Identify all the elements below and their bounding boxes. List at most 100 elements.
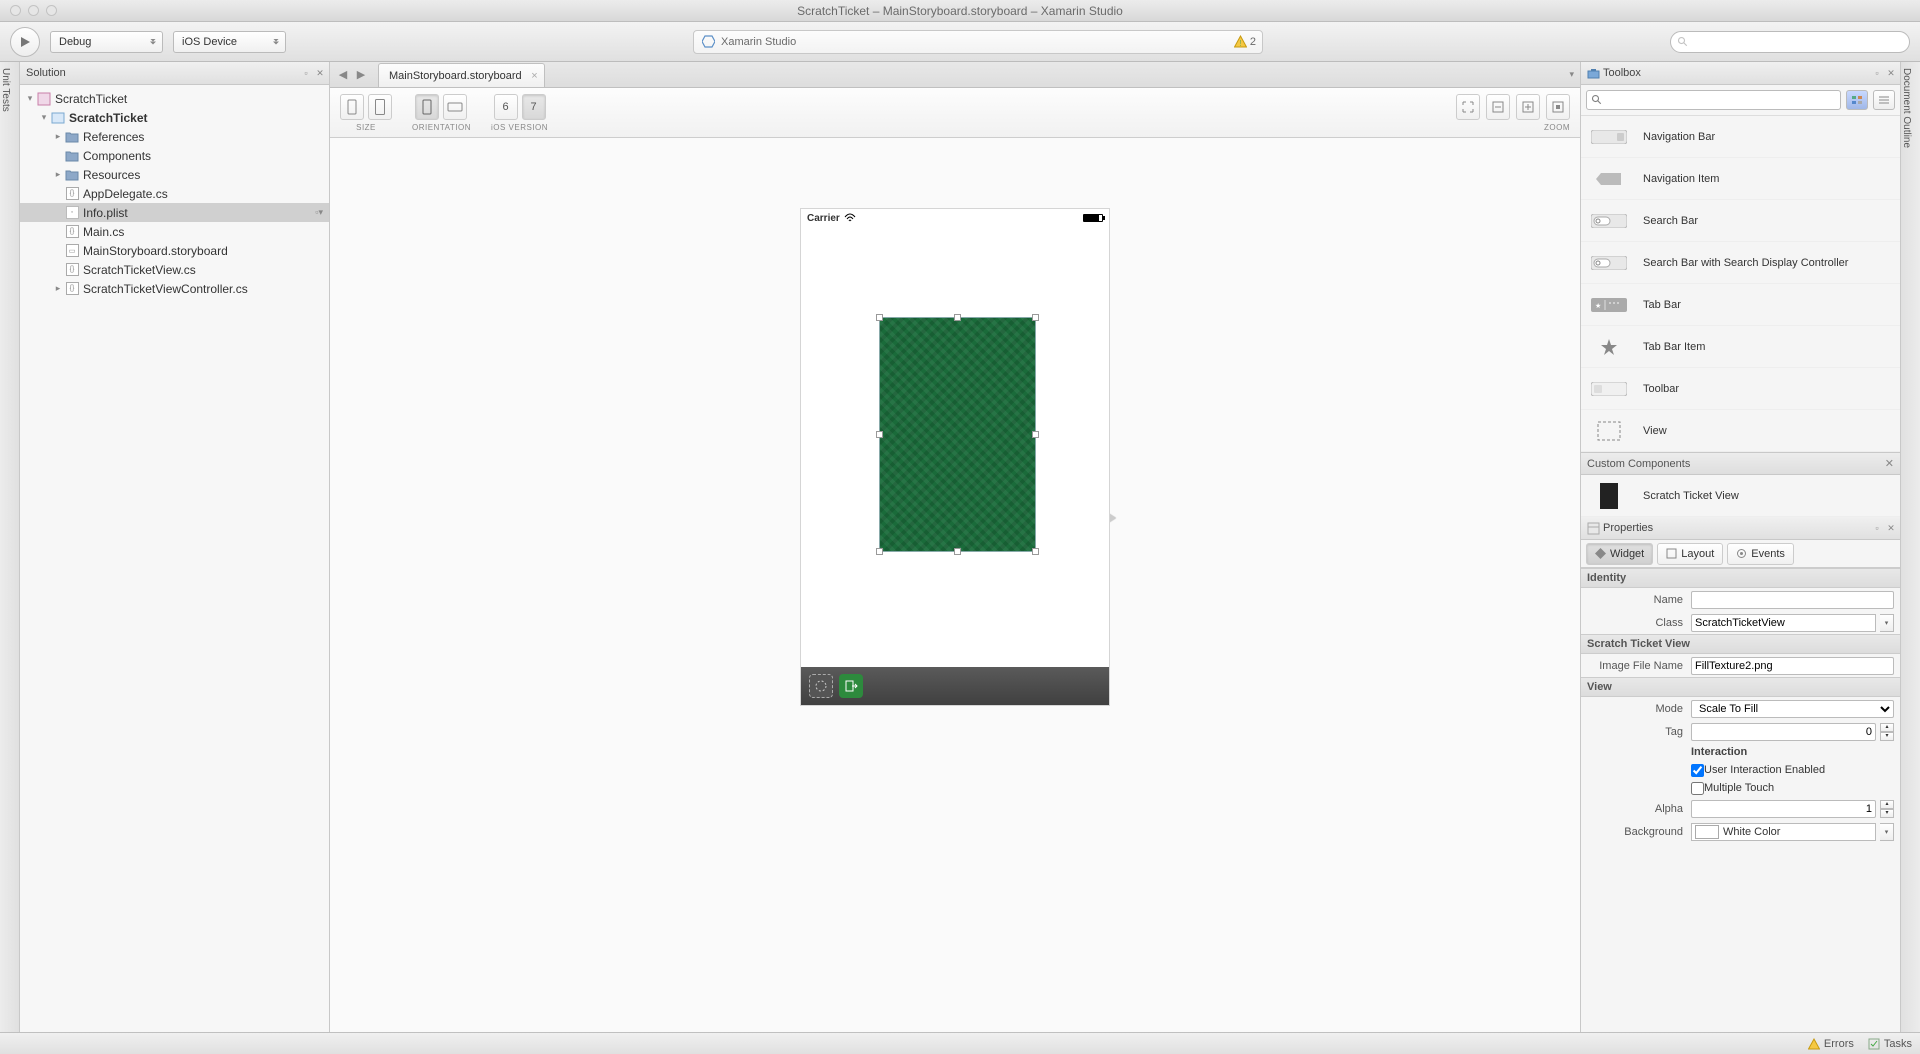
toolbox-view-compact[interactable] (1846, 90, 1868, 110)
document-outline-rail[interactable]: Document Outline (1900, 62, 1920, 1032)
exit-icon[interactable] (839, 674, 863, 698)
footer-bar: Errors Tasks (0, 1032, 1920, 1054)
ios6-button[interactable]: 6 (494, 94, 518, 120)
global-search[interactable] (1670, 31, 1910, 53)
toolbox-search-input[interactable] (1586, 90, 1841, 110)
disclosure-icon[interactable]: ▸ (52, 169, 64, 180)
toolbox-view-list[interactable] (1873, 90, 1895, 110)
background-color-swatch[interactable] (1695, 825, 1719, 839)
custom-components-header[interactable]: Custom Components ✕ (1581, 452, 1900, 475)
class-dropdown-button[interactable]: ▾ (1880, 614, 1894, 632)
solution-root[interactable]: ▾ ScratchTicket (20, 89, 329, 108)
name-input[interactable] (1691, 591, 1894, 609)
unit-tests-rail[interactable]: Unit Tests (0, 62, 20, 1032)
file-storyboard[interactable]: ▭ MainStoryboard.storyboard (20, 241, 329, 260)
resize-handle[interactable] (954, 548, 961, 555)
resize-handle[interactable] (1032, 431, 1039, 438)
svg-text:!: ! (1239, 39, 1241, 48)
toolbox-item-tabbar[interactable]: ★ Tab Bar (1581, 284, 1900, 326)
add-custom-component-icon[interactable]: ✕ (1885, 457, 1894, 470)
resize-handle[interactable] (1032, 314, 1039, 321)
background-dropdown-button[interactable]: ▾ (1880, 823, 1894, 841)
run-button[interactable] (10, 27, 40, 57)
disclosure-icon[interactable]: ▸ (52, 283, 64, 294)
toolbox-item-view[interactable]: View (1581, 410, 1900, 452)
toolbox-item-searchdisp[interactable]: Search Bar with Search Display Controlle… (1581, 242, 1900, 284)
configuration-dropdown[interactable]: Debug (50, 31, 163, 53)
panel-close-icon[interactable]: ✕ (1886, 523, 1896, 533)
zoom-actual-button[interactable] (1546, 94, 1570, 120)
toolbox-item-navitem[interactable]: Navigation Item (1581, 158, 1900, 200)
zoom-fit-button[interactable] (1456, 94, 1480, 120)
panel-close-icon[interactable]: ✕ (315, 68, 325, 78)
close-window-icon[interactable] (10, 5, 21, 16)
toolbox-item-scratchticket[interactable]: Scratch Ticket View (1581, 475, 1900, 517)
errors-pad-button[interactable]: Errors (1808, 1038, 1854, 1050)
tag-input[interactable] (1691, 723, 1876, 741)
disclosure-icon[interactable]: ▾ (24, 93, 36, 104)
file-controller[interactable]: ▸ {} ScratchTicketViewController.cs (20, 279, 329, 298)
orientation-landscape-button[interactable] (443, 94, 467, 120)
panel-dock-icon[interactable]: ▫ (301, 68, 311, 78)
warnings-indicator[interactable]: ! 2 (1234, 35, 1256, 48)
toolbox-item-tabitem[interactable]: Tab Bar Item (1581, 326, 1900, 368)
toolbox-item-navbar[interactable]: Navigation Bar (1581, 116, 1900, 158)
panel-dock-icon[interactable]: ▫ (1872, 523, 1882, 533)
item-options-icon[interactable]: ▫▾ (315, 207, 323, 218)
view-controller-scene[interactable]: Carrier (800, 208, 1110, 706)
nav-forward-button[interactable]: ▶ (352, 67, 370, 83)
multitouch-checkbox[interactable] (1691, 782, 1704, 795)
panel-close-icon[interactable]: ✕ (1886, 68, 1896, 78)
scratch-ticket-view[interactable] (879, 317, 1036, 552)
first-responder-icon[interactable] (809, 674, 833, 698)
size-small-button[interactable] (340, 94, 364, 120)
tab-storyboard[interactable]: MainStoryboard.storyboard × (378, 63, 545, 87)
zoom-window-icon[interactable] (46, 5, 57, 16)
resize-handle[interactable] (876, 314, 883, 321)
global-search-input[interactable] (1689, 36, 1903, 48)
size-large-button[interactable] (368, 94, 392, 120)
tasks-pad-button[interactable]: Tasks (1868, 1038, 1912, 1050)
toolbox-item-searchbar[interactable]: Search Bar (1581, 200, 1900, 242)
project-node[interactable]: ▾ ScratchTicket (20, 108, 329, 127)
nav-back-button[interactable]: ◀ (334, 67, 352, 83)
orientation-portrait-button[interactable] (415, 94, 439, 120)
image-label: Image File Name (1587, 660, 1687, 672)
minimize-window-icon[interactable] (28, 5, 39, 16)
image-file-input[interactable] (1691, 657, 1894, 675)
zoom-in-button[interactable] (1516, 94, 1540, 120)
class-input[interactable] (1691, 614, 1876, 632)
tab-close-icon[interactable]: × (531, 70, 537, 82)
alpha-input[interactable] (1691, 800, 1876, 818)
zoom-out-button[interactable] (1486, 94, 1510, 120)
resize-handle[interactable] (876, 548, 883, 555)
disclosure-icon[interactable]: ▸ (52, 131, 64, 142)
resize-handle[interactable] (1032, 548, 1039, 555)
toolbox-item-toolbar[interactable]: Toolbar (1581, 368, 1900, 410)
components-folder[interactable]: Components (20, 146, 329, 165)
ios7-button[interactable]: 7 (522, 94, 546, 120)
references-folder[interactable]: ▸ References (20, 127, 329, 146)
panel-dock-icon[interactable]: ▫ (1872, 68, 1882, 78)
alpha-stepper[interactable]: ▴▾ (1880, 800, 1894, 818)
file-appdelegate[interactable]: {} AppDelegate.cs (20, 184, 329, 203)
file-main[interactable]: {} Main.cs (20, 222, 329, 241)
file-infoplist[interactable]: ◦ Info.plist ▫▾ (20, 203, 329, 222)
status-bar[interactable]: Xamarin Studio ! 2 (693, 30, 1263, 54)
tag-stepper[interactable]: ▴▾ (1880, 723, 1894, 741)
prop-name-row: Name (1581, 588, 1900, 611)
file-scratchticketview[interactable]: {} ScratchTicketView.cs (20, 260, 329, 279)
resize-handle[interactable] (954, 314, 961, 321)
tab-layout[interactable]: Layout (1657, 543, 1723, 565)
resources-folder[interactable]: ▸ Resources (20, 165, 329, 184)
user-interaction-checkbox[interactable] (1691, 764, 1704, 777)
disclosure-icon[interactable]: ▾ (38, 112, 50, 123)
device-dropdown[interactable]: iOS Device (173, 31, 286, 53)
design-canvas[interactable]: Carrier (330, 138, 1580, 1032)
section-identity: Identity (1581, 568, 1900, 588)
mode-select[interactable]: Scale To Fill (1691, 700, 1894, 718)
tab-events[interactable]: Events (1727, 543, 1794, 565)
tab-overflow-icon[interactable]: ▾ (1569, 69, 1574, 80)
tab-widget[interactable]: Widget (1586, 543, 1653, 565)
resize-handle[interactable] (876, 431, 883, 438)
